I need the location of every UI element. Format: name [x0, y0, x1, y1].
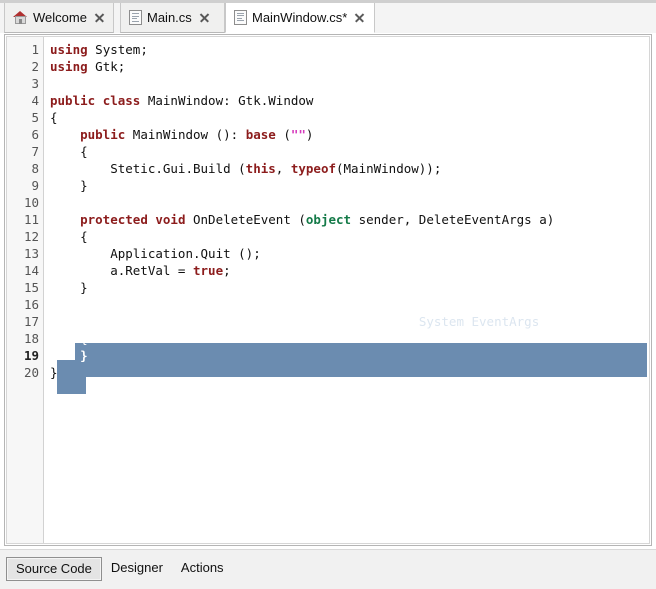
tab-welcome[interactable]: Welcome: [4, 3, 114, 33]
close-icon[interactable]: [199, 12, 210, 23]
line-number: 16: [23, 297, 39, 312]
code-line[interactable]: public MainWindow (): base (""): [50, 126, 313, 143]
line-number: 4: [31, 93, 39, 108]
document-icon: [234, 9, 247, 25]
code-line[interactable]: public class MainWindow: Gtk.Window: [50, 92, 313, 109]
selection-band-line-19: [57, 377, 86, 394]
line-number: 1: [31, 42, 39, 57]
document-icon: [129, 10, 142, 25]
line-number-gutter: 1 2 3 4 5 6 7 8 9 10 11 12 13 14 15 16 17 18 19 20: [7, 37, 44, 543]
line-number: 5: [31, 110, 39, 125]
line-number: 17: [23, 314, 39, 329]
bottom-tab-label: Source Code: [16, 561, 92, 576]
code-line[interactable]: using Gtk;: [50, 58, 125, 75]
editor-tab-bar: Welcome Main.cs MainWindow.cs*: [0, 0, 656, 33]
code-line[interactable]: Application.Quit ();: [50, 245, 261, 262]
bottom-tab-label: Designer: [110, 560, 163, 575]
tab-label: MainWindow.cs*: [252, 9, 348, 25]
code-line[interactable]: }: [50, 177, 88, 194]
code-line[interactable]: Stetic.Gui.Build (this, typeof(MainWindo…: [50, 160, 441, 177]
code-line[interactable]: protected void OnDeleteEvent (object sen…: [50, 211, 554, 228]
tab-mainwindow-cs[interactable]: MainWindow.cs*: [225, 2, 375, 33]
line-number: 9: [31, 178, 39, 193]
line-number: 13: [23, 246, 39, 261]
editor-viewport[interactable]: 1 2 3 4 5 6 7 8 9 10 11 12 13 14 15 16 17 18 19 20 using Sy…: [6, 36, 650, 544]
code-line[interactable]: }: [50, 347, 88, 364]
line-number: 20: [23, 365, 39, 380]
code-line[interactable]: }: [50, 364, 58, 381]
bottom-tab-designer[interactable]: Designer: [102, 557, 172, 581]
line-number: 3: [31, 76, 39, 91]
code-line[interactable]: protected virtual void OnOpen(object sen…: [50, 313, 562, 330]
line-number: 12: [23, 229, 39, 244]
code-line[interactable]: {: [50, 330, 88, 347]
close-icon[interactable]: [354, 12, 365, 23]
source-code-editor[interactable]: 1 2 3 4 5 6 7 8 9 10 11 12 13 14 15 16 17 18 19 20 using Sy…: [4, 34, 652, 546]
line-number: 8: [31, 161, 39, 176]
code-line[interactable]: {: [50, 109, 58, 126]
code-line[interactable]: }: [50, 279, 88, 296]
line-number: 11: [23, 212, 39, 227]
code-text-area[interactable]: using System; using Gtk; public class Main…: [44, 37, 649, 543]
line-number: 6: [31, 127, 39, 142]
bottom-tab-label: Actions: [180, 560, 224, 575]
line-number: 18: [23, 331, 39, 346]
line-number: 7: [31, 144, 39, 159]
code-line[interactable]: using System;: [50, 41, 148, 58]
home-icon: [13, 10, 28, 25]
tab-main-cs[interactable]: Main.cs: [120, 3, 225, 33]
code-line[interactable]: {: [50, 228, 88, 245]
view-switcher-bar: Source Code Designer Actions: [0, 549, 656, 589]
line-number: 2: [31, 59, 39, 74]
selection-band-line-18: [57, 360, 647, 377]
selection-band-line-17: [75, 343, 647, 360]
bottom-tab-actions[interactable]: Actions: [172, 557, 233, 581]
line-number: 10: [23, 195, 39, 210]
bottom-tab-source-code[interactable]: Source Code: [6, 557, 102, 581]
code-line[interactable]: a.RetVal = true;: [50, 262, 230, 279]
close-icon[interactable]: [94, 12, 105, 23]
line-number: 15: [23, 280, 39, 295]
line-number: 14: [23, 263, 39, 278]
tab-label: Main.cs: [147, 10, 192, 25]
code-line[interactable]: {: [50, 143, 88, 160]
tab-label: Welcome: [33, 10, 87, 25]
line-number: 19: [23, 348, 39, 363]
